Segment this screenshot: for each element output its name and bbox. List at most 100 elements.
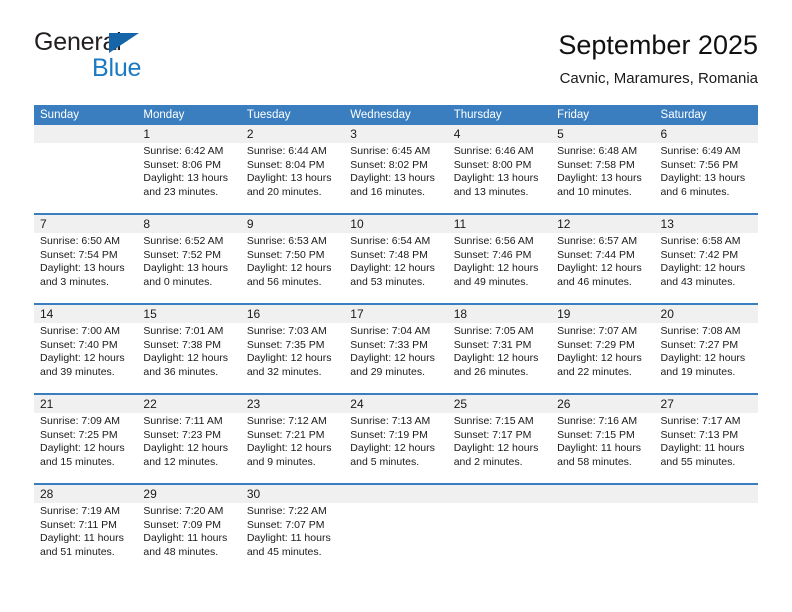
day-sunrise-text: Sunrise: 6:57 AM: [557, 235, 638, 247]
day-cell[interactable]: 23 Sunrise: 7:12 AM Sunset: 7:21 PM Dayligh…: [240, 395, 345, 483]
weekday-header-friday: Friday: [557, 109, 590, 121]
calendar-week-row: 1 Sunrise: 6:42 AM Sunset: 8:06 PM Daylight…: [34, 125, 758, 213]
day-cell[interactable]: 27 Sunrise: 7:17 AM Sunset: 7:13 PM Dayligh…: [654, 395, 758, 483]
day-sunset-text: Sunset: 7:50 PM: [246, 248, 325, 261]
day-cell[interactable]: 10 Sunrise: 6:54 AM Sunset: 7:48 PM Dayligh…: [344, 215, 448, 303]
day-sunrise-text: Sunrise: 7:12 AM: [246, 415, 327, 427]
brand-name-blue: Blue: [92, 54, 142, 82]
day-daylight2-text: and 2 minutes.: [453, 455, 523, 468]
day-sunset-text: Sunset: 7:09 PM: [143, 518, 222, 531]
day-cell[interactable]: 18 Sunrise: 7:05 AM Sunset: 7:31 PM Dayligh…: [447, 305, 552, 393]
day-sunrise-text: Sunrise: 7:19 AM: [40, 505, 120, 517]
day-sunrise-text: Sunrise: 6:46 AM: [453, 145, 534, 157]
day-daylight2-text: and 46 minutes.: [557, 275, 632, 288]
day-details: Sunrise: 7:16 AM Sunset: 7:15 PM Daylight:…: [551, 413, 654, 469]
calendar-week-row: 7 Sunrise: 6:50 AM Sunset: 7:54 PM Daylight…: [34, 213, 758, 303]
day-cell[interactable]: 21 Sunrise: 7:09 AM Sunset: 7:25 PM Dayligh…: [34, 395, 138, 483]
day-details: Sunrise: 7:13 AM Sunset: 7:19 PM Daylight:…: [344, 413, 447, 469]
day-cell[interactable]: 30 Sunrise: 7:22 AM Sunset: 7:07 PM Dayligh…: [240, 485, 345, 573]
week-cells: 1 Sunrise: 6:42 AM Sunset: 8:06 PM Daylight…: [34, 125, 758, 213]
weekday-header-monday: Monday: [143, 109, 185, 121]
day-details: Sunrise: 7:20 AM Sunset: 7:09 PM Daylight:…: [137, 503, 240, 559]
day-number: 19: [551, 305, 655, 323]
brand-logo[interactable]: General Blue: [34, 28, 254, 90]
day-number: 1: [137, 125, 241, 143]
day-daylight-text: Daylight: 12 hours: [660, 262, 746, 275]
day-cell[interactable]: 3 Sunrise: 6:45 AM Sunset: 8:02 PM Daylight…: [344, 125, 448, 213]
day-cell[interactable]: 4 Sunrise: 6:46 AM Sunset: 8:00 PM Daylight…: [447, 125, 552, 213]
day-daylight-text: Daylight: 12 hours: [40, 352, 125, 365]
day-daylight2-text: and 13 minutes.: [453, 185, 529, 198]
day-number: 17: [344, 305, 448, 323]
day-sunrise-text: Sunrise: 7:00 AM: [40, 325, 120, 337]
day-cell[interactable]: 11 Sunrise: 6:56 AM Sunset: 7:46 PM Dayligh…: [447, 215, 552, 303]
day-number: 12: [551, 215, 655, 233]
day-cell[interactable]: 26 Sunrise: 7:16 AM Sunset: 7:15 PM Dayligh…: [551, 395, 655, 483]
day-cell[interactable]: 16 Sunrise: 7:03 AM Sunset: 7:35 PM Dayligh…: [240, 305, 345, 393]
day-cell[interactable]: 7 Sunrise: 6:50 AM Sunset: 7:54 PM Daylight…: [34, 215, 138, 303]
day-daylight2-text: and 36 minutes.: [143, 365, 219, 378]
day-sunrise-text: Sunrise: 6:54 AM: [350, 235, 431, 247]
day-cell[interactable]: 15 Sunrise: 7:01 AM Sunset: 7:38 PM Dayligh…: [137, 305, 241, 393]
day-cell[interactable]: 13 Sunrise: 6:58 AM Sunset: 7:42 PM Dayligh…: [654, 215, 758, 303]
day-cell[interactable]: 12 Sunrise: 6:57 AM Sunset: 7:44 PM Dayligh…: [551, 215, 655, 303]
day-details: Sunrise: 6:48 AM Sunset: 7:58 PM Daylight:…: [551, 143, 654, 199]
day-daylight2-text: and 55 minutes.: [660, 455, 736, 468]
day-daylight-text: Daylight: 12 hours: [40, 442, 125, 455]
day-number: 6: [654, 125, 758, 143]
day-daylight-text: Daylight: 13 hours: [40, 262, 125, 275]
day-daylight-text: Daylight: 12 hours: [143, 442, 229, 455]
day-number: [551, 485, 655, 503]
day-cell[interactable]: 1 Sunrise: 6:42 AM Sunset: 8:06 PM Daylight…: [137, 125, 241, 213]
day-daylight-text: Daylight: 12 hours: [453, 262, 539, 275]
day-cell-empty: [551, 485, 655, 573]
day-sunset-text: Sunset: 7:58 PM: [557, 158, 635, 171]
day-daylight2-text: and 58 minutes.: [557, 455, 632, 468]
day-cell[interactable]: 6 Sunrise: 6:49 AM Sunset: 7:56 PM Daylight…: [654, 125, 758, 213]
day-number: 15: [137, 305, 241, 323]
day-daylight-text: Daylight: 11 hours: [40, 532, 124, 545]
day-number: 11: [447, 215, 552, 233]
day-daylight-text: Daylight: 11 hours: [246, 532, 331, 545]
weekday-header-saturday: Saturday: [660, 109, 707, 121]
weekday-header-tuesday: Tuesday: [246, 109, 291, 121]
day-sunset-text: Sunset: 7:21 PM: [246, 428, 325, 441]
day-details: Sunrise: 7:00 AM Sunset: 7:40 PM Daylight:…: [34, 323, 137, 379]
day-sunrise-text: Sunrise: 7:03 AM: [246, 325, 327, 337]
day-daylight-text: Daylight: 13 hours: [350, 172, 435, 185]
day-details: Sunrise: 7:19 AM Sunset: 7:11 PM Daylight:…: [34, 503, 137, 559]
day-cell[interactable]: 5 Sunrise: 6:48 AM Sunset: 7:58 PM Daylight…: [551, 125, 655, 213]
day-details: Sunrise: 7:11 AM Sunset: 7:23 PM Daylight:…: [137, 413, 240, 469]
day-cell[interactable]: 17 Sunrise: 7:04 AM Sunset: 7:33 PM Dayligh…: [344, 305, 448, 393]
day-cell[interactable]: 22 Sunrise: 7:11 AM Sunset: 7:23 PM Dayligh…: [137, 395, 241, 483]
day-cell[interactable]: 14 Sunrise: 7:00 AM Sunset: 7:40 PM Dayligh…: [34, 305, 138, 393]
day-daylight2-text: and 22 minutes.: [557, 365, 632, 378]
day-sunrise-text: Sunrise: 7:16 AM: [557, 415, 638, 427]
day-details: Sunrise: 7:22 AM Sunset: 7:07 PM Daylight:…: [241, 503, 344, 559]
day-details: Sunrise: 7:07 AM Sunset: 7:29 PM Daylight:…: [551, 323, 654, 379]
day-cell[interactable]: 24 Sunrise: 7:13 AM Sunset: 7:19 PM Dayligh…: [344, 395, 448, 483]
day-cell[interactable]: 8 Sunrise: 6:52 AM Sunset: 7:52 PM Daylight…: [137, 215, 241, 303]
day-cell[interactable]: 2 Sunrise: 6:44 AM Sunset: 8:04 PM Daylight…: [240, 125, 345, 213]
day-daylight2-text: and 5 minutes.: [350, 455, 420, 468]
calendar-page: General Blue September 2025 Cavnic, Mara…: [0, 0, 792, 612]
day-details: [34, 143, 137, 145]
day-daylight-text: Daylight: 11 hours: [557, 442, 641, 455]
day-cell[interactable]: 9 Sunrise: 6:53 AM Sunset: 7:50 PM Daylight…: [240, 215, 345, 303]
day-number: 20: [654, 305, 758, 323]
day-sunrise-text: Sunrise: 6:49 AM: [660, 145, 741, 157]
week-cells: 14 Sunrise: 7:00 AM Sunset: 7:40 PM Dayligh…: [34, 305, 758, 393]
day-sunset-text: Sunset: 7:11 PM: [40, 518, 117, 531]
day-number: 13: [654, 215, 758, 233]
day-cell[interactable]: 20 Sunrise: 7:08 AM Sunset: 7:27 PM Dayligh…: [654, 305, 758, 393]
day-number: 7: [34, 215, 138, 233]
day-cell[interactable]: 29 Sunrise: 7:20 AM Sunset: 7:09 PM Dayligh…: [137, 485, 241, 573]
day-details: [551, 503, 654, 505]
day-daylight-text: Daylight: 12 hours: [453, 352, 539, 365]
day-cell[interactable]: 28 Sunrise: 7:19 AM Sunset: 7:11 PM Dayligh…: [34, 485, 138, 573]
day-sunset-text: Sunset: 7:52 PM: [143, 248, 222, 261]
day-cell-empty: [34, 125, 138, 213]
title-block: September 2025 Cavnic, Maramures, Romani…: [558, 28, 758, 90]
day-cell[interactable]: 19 Sunrise: 7:07 AM Sunset: 7:29 PM Dayligh…: [551, 305, 655, 393]
day-cell[interactable]: 25 Sunrise: 7:15 AM Sunset: 7:17 PM Dayligh…: [447, 395, 552, 483]
